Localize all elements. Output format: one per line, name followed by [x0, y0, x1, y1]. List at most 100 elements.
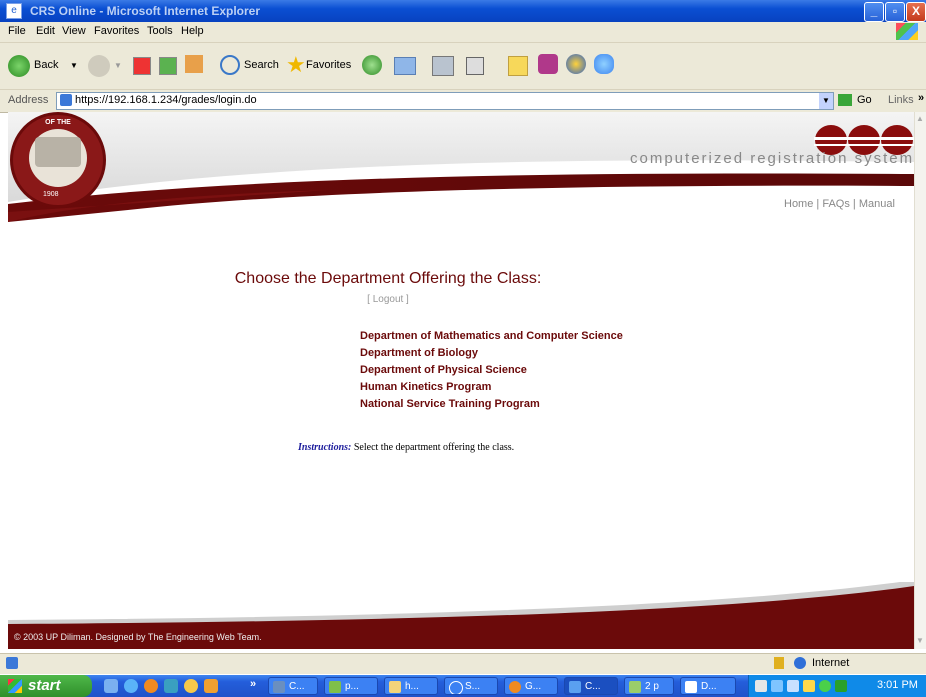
scroll-up-icon[interactable]: ▲	[916, 114, 926, 124]
nav-faqs[interactable]: FAQs	[822, 198, 850, 210]
zone-label: Internet	[812, 657, 850, 669]
ie-icon: e	[6, 3, 22, 19]
top-nav: Home | FAQs | Manual	[784, 198, 895, 210]
contacts-icon[interactable]	[594, 54, 614, 74]
address-input[interactable]: https://192.168.1.234/grades/login.do ▼	[56, 92, 834, 110]
favorites-star-icon[interactable]: ★	[286, 52, 306, 78]
search-button[interactable]: Search	[244, 59, 279, 71]
windows-logo-icon	[896, 23, 918, 40]
taskbar-button[interactable]: p...	[324, 677, 378, 695]
eagle-icon	[35, 137, 81, 167]
minimize-button[interactable]: _	[864, 2, 884, 22]
page-heading: Choose the Department Offering the Class…	[234, 270, 542, 287]
address-bar: Address https://192.168.1.234/grades/log…	[0, 90, 926, 113]
vertical-scrollbar[interactable]: ▲ ▼	[914, 112, 926, 649]
logout-link[interactable]: [ Logout ]	[8, 294, 768, 305]
tray-icon[interactable]	[835, 680, 847, 692]
taskbar: start » C... p... h... S... G... C... 2 …	[0, 675, 926, 697]
globe-icon	[794, 657, 806, 669]
quicklaunch-icon[interactable]	[124, 679, 138, 693]
taskbar-button[interactable]: G...	[504, 677, 558, 695]
address-dropdown-icon[interactable]: ▼	[819, 93, 833, 109]
search-icon[interactable]	[220, 55, 240, 75]
page-icon	[60, 94, 72, 106]
tray-icon[interactable]	[819, 680, 831, 692]
forward-arrow-icon[interactable]	[88, 55, 110, 77]
mail-icon[interactable]	[394, 57, 416, 75]
quicklaunch-icon[interactable]	[144, 679, 158, 693]
menu-view[interactable]: View	[62, 25, 86, 37]
refresh-icon[interactable]	[159, 57, 177, 75]
taskbar-button[interactable]: h...	[384, 677, 438, 695]
instructions-label: Instructions:	[298, 442, 352, 453]
page-status-icon	[6, 657, 18, 669]
department-link[interactable]: Human Kinetics Program	[360, 381, 623, 393]
quicklaunch-icon[interactable]	[204, 679, 218, 693]
menu-file[interactable]: File	[8, 25, 26, 37]
back-dropdown-icon[interactable]: ▼	[70, 61, 78, 70]
print-icon[interactable]	[432, 56, 454, 76]
quicklaunch-icon[interactable]	[104, 679, 118, 693]
menu-tools[interactable]: Tools	[147, 25, 173, 37]
tray-icon[interactable]	[803, 680, 815, 692]
menu-help[interactable]: Help	[181, 25, 204, 37]
department-link[interactable]: National Service Training Program	[360, 398, 623, 410]
start-button[interactable]: start	[0, 675, 92, 697]
nav-home[interactable]: Home	[784, 198, 813, 210]
tray-icon[interactable]	[787, 680, 799, 692]
window-title-bar[interactable]: e CRS Online - Microsoft Internet Explor…	[0, 0, 926, 22]
department-link[interactable]: Department of Physical Science	[360, 364, 623, 376]
home-icon[interactable]	[185, 55, 203, 73]
more-chevron-icon[interactable]: »	[250, 678, 256, 690]
department-link[interactable]: Department of Biology	[360, 347, 623, 359]
footer-copyright: © 2003 UP Diliman. Designed by The Engin…	[14, 632, 262, 642]
nav-separator: |	[852, 198, 856, 210]
seal-year: 1908	[43, 191, 59, 198]
seal-top-text: OF THE	[45, 119, 71, 126]
department-link[interactable]: Departmen of Mathematics and Computer Sc…	[360, 330, 623, 342]
taskbar-button[interactable]: D...	[680, 677, 736, 695]
menu-favorites[interactable]: Favorites	[94, 25, 139, 37]
address-label: Address	[8, 94, 49, 106]
toolbar: Back ▼ ▼ Search ★ Favorites	[0, 43, 926, 90]
address-url: https://192.168.1.234/grades/login.do	[75, 94, 257, 106]
menu-edit[interactable]: Edit	[36, 25, 55, 37]
back-arrow-icon[interactable]	[8, 55, 30, 77]
forward-dropdown-icon[interactable]: ▼	[114, 61, 122, 70]
taskbar-button-active[interactable]: C...	[564, 677, 618, 695]
chevron-right-icon[interactable]: »	[918, 92, 924, 104]
stop-icon[interactable]	[133, 57, 151, 75]
instructions: Instructions: Select the department offe…	[298, 442, 514, 453]
notes-icon[interactable]	[508, 56, 528, 76]
links-button[interactable]: Links	[888, 94, 914, 106]
brand-tagline: computerized registration system	[630, 150, 914, 167]
tray-icon[interactable]	[755, 680, 767, 692]
favorites-button[interactable]: Favorites	[306, 59, 351, 71]
menu-bar: File Edit View Favorites Tools Help	[0, 22, 926, 43]
instructions-text: Select the department offering the class…	[353, 442, 515, 453]
nav-manual[interactable]: Manual	[859, 198, 895, 210]
messenger-icon[interactable]	[538, 54, 558, 74]
edit-icon[interactable]	[466, 57, 484, 75]
page-viewport: OF THE 1908 computerized registration sy…	[8, 112, 914, 649]
windows-flag-icon	[8, 679, 22, 693]
close-button[interactable]: X	[906, 2, 926, 22]
status-bar: Internet	[0, 653, 926, 674]
nav-separator: |	[816, 198, 820, 210]
quicklaunch-icon[interactable]	[164, 679, 178, 693]
taskbar-button-group[interactable]: 2 p	[624, 677, 674, 695]
scroll-down-icon[interactable]: ▼	[916, 636, 926, 646]
taskbar-button[interactable]: C...	[268, 677, 318, 695]
research-icon[interactable]	[566, 54, 586, 74]
up-seal-logo: OF THE 1908	[10, 112, 106, 208]
taskbar-button[interactable]: S...	[444, 677, 498, 695]
back-button[interactable]: Back	[34, 59, 58, 71]
lock-icon	[774, 657, 784, 669]
history-icon[interactable]	[362, 55, 382, 75]
maximize-button[interactable]: ▫	[885, 2, 905, 22]
tray-icon[interactable]	[771, 680, 783, 692]
quicklaunch-icon[interactable]	[184, 679, 198, 693]
go-button[interactable]: Go	[857, 94, 872, 106]
start-label: start	[28, 677, 61, 694]
go-arrow-icon[interactable]	[838, 94, 852, 106]
